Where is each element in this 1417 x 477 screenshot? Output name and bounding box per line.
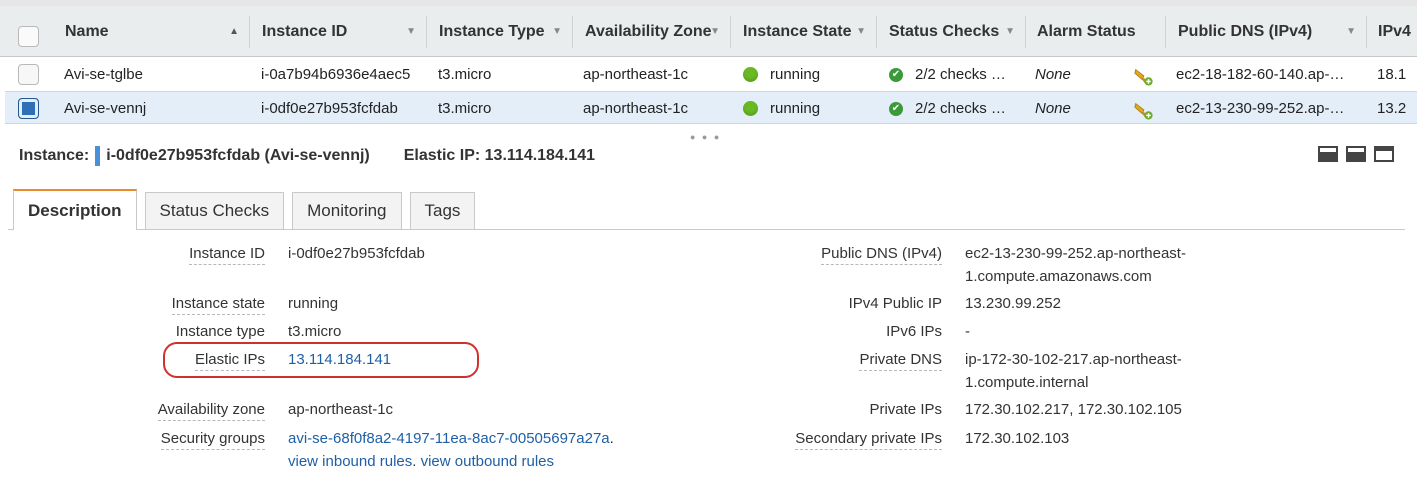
value-private-ips: 172.30.102.217, 172.30.102.105 bbox=[965, 401, 1182, 418]
value-public-dns-line2: 1.compute.amazonaws.com bbox=[965, 268, 1152, 285]
tab-status-checks[interactable]: Status Checks bbox=[144, 192, 285, 229]
elastic-ip-header: Elastic IP: 13.114.184.141 bbox=[403, 147, 595, 164]
value-instance-type: t3.micro bbox=[288, 323, 342, 340]
filter-dropdown-icon[interactable]: ▼ bbox=[552, 26, 562, 37]
col-ipv4-header[interactable]: IPv4 bbox=[1366, 6, 1417, 57]
sort-ascending-icon[interactable]: ▲ bbox=[229, 26, 239, 37]
row-availability-zone: ap-northeast-1c bbox=[583, 66, 689, 83]
value-instance-id: i-0df0e27b953fcfdab bbox=[288, 245, 425, 262]
row-public-dns: ec2-13-230-99-252.ap-… bbox=[1176, 100, 1345, 117]
value-availability-zone: ap-northeast-1c bbox=[288, 401, 394, 418]
label-availability-zone: Availability zone bbox=[157, 401, 265, 421]
row-instance-type: t3.micro bbox=[438, 66, 492, 83]
panel-layout-controls bbox=[1318, 146, 1394, 162]
view-inbound-rules-link[interactable]: view inbound rules bbox=[288, 453, 412, 470]
filter-dropdown-icon[interactable]: ▼ bbox=[710, 26, 720, 37]
label-secondary-private-ips: Secondary private IPs bbox=[795, 430, 942, 450]
label-instance-type: Instance type bbox=[175, 323, 265, 343]
filter-dropdown-icon[interactable]: ▼ bbox=[1005, 26, 1015, 37]
layout-maximize-icon[interactable] bbox=[1374, 146, 1394, 162]
row-name: Avi-se-tglbe bbox=[64, 66, 143, 83]
running-status-icon bbox=[743, 67, 758, 82]
select-all-checkbox[interactable] bbox=[18, 26, 39, 47]
row-name: Avi-se-vennj bbox=[64, 100, 147, 117]
col-status-checks-header[interactable]: Status Checks ▼ bbox=[877, 6, 1025, 57]
instances-table: Name ▲ Instance ID ▼ Instance Type ▼ Ava… bbox=[0, 0, 1417, 130]
view-outbound-rules-link[interactable]: view outbound rules bbox=[421, 453, 554, 470]
security-group-rules: view inbound rules. view outbound rules bbox=[288, 453, 555, 470]
value-ipv6-ips: - bbox=[965, 323, 970, 340]
row-checkbox[interactable] bbox=[18, 64, 39, 85]
col-instance-id-header[interactable]: Instance ID ▼ bbox=[250, 6, 426, 57]
row-availability-zone: ap-northeast-1c bbox=[583, 100, 689, 117]
detail-tabs: Description Status Checks Monitoring Tag… bbox=[13, 189, 483, 230]
selected-marker bbox=[95, 146, 101, 166]
row-instance-state: running bbox=[743, 58, 820, 91]
filter-dropdown-icon[interactable]: ▼ bbox=[1346, 26, 1356, 37]
row-instance-id: i-0df0e27b953fcfdab bbox=[261, 100, 398, 117]
table-header: Name ▲ Instance ID ▼ Instance Type ▼ Ava… bbox=[0, 6, 1417, 57]
label-ipv4-public-ip: IPv4 Public IP bbox=[848, 295, 942, 312]
row-checkbox[interactable] bbox=[18, 98, 39, 119]
label-instance-state: Instance state bbox=[171, 295, 265, 315]
label-ipv6-ips: IPv6 IPs bbox=[886, 323, 942, 340]
col-name-header[interactable]: Name ▲ bbox=[53, 6, 249, 57]
label-security-groups: Security groups bbox=[160, 430, 265, 450]
tab-monitoring[interactable]: Monitoring bbox=[292, 192, 402, 229]
row-status-checks: ✔ 2/2 checks … bbox=[889, 58, 1006, 91]
row-status-checks: ✔ 2/2 checks … bbox=[889, 92, 1006, 125]
create-alarm-icon[interactable] bbox=[1132, 92, 1154, 125]
label-instance-id: Instance ID bbox=[189, 245, 265, 265]
col-instance-type-header[interactable]: Instance Type ▼ bbox=[427, 6, 572, 57]
row-alarm-status: None bbox=[1035, 66, 1071, 83]
tab-divider bbox=[8, 229, 1405, 230]
security-group-link[interactable]: avi-se-68f0f8a2-4197-11ea-8ac7-00505697a… bbox=[288, 430, 610, 447]
table-row[interactable]: Avi-se-tglbe i-0a7b94b6936e4aec5 t3.micr… bbox=[5, 58, 1417, 91]
label-private-ips: Private IPs bbox=[869, 401, 942, 418]
col-availability-zone-header[interactable]: Availability Zone ▼ bbox=[573, 6, 730, 57]
layout-split-icon[interactable] bbox=[1346, 146, 1366, 162]
row-alarm-status: None bbox=[1035, 100, 1071, 117]
create-alarm-icon[interactable] bbox=[1132, 58, 1154, 91]
row-instance-state: running bbox=[743, 92, 820, 125]
value-ipv4-public-ip: 13.230.99.252 bbox=[965, 295, 1061, 312]
instance-label: Instance: bbox=[19, 147, 90, 164]
table-row[interactable]: Avi-se-vennj i-0df0e27b953fcfdab t3.micr… bbox=[5, 91, 1417, 124]
value-private-dns-line2: 1.compute.internal bbox=[965, 374, 1089, 391]
row-instance-id: i-0a7b94b6936e4aec5 bbox=[261, 66, 411, 83]
resize-handle[interactable]: ● ● ● bbox=[690, 132, 721, 142]
tab-tags[interactable]: Tags bbox=[409, 192, 476, 229]
label-private-dns: Private DNS bbox=[859, 351, 942, 371]
highlight-circle bbox=[163, 342, 479, 378]
value-instance-state: running bbox=[288, 295, 339, 312]
value-security-groups: avi-se-68f0f8a2-4197-11ea-8ac7-00505697a… bbox=[288, 430, 614, 447]
check-circle-icon: ✔ bbox=[889, 101, 903, 116]
value-secondary-private-ips: 172.30.102.103 bbox=[965, 430, 1070, 447]
row-ipv4: 18.1 bbox=[1377, 66, 1407, 83]
check-circle-icon: ✔ bbox=[889, 67, 903, 82]
col-instance-state-header[interactable]: Instance State ▼ bbox=[731, 6, 876, 57]
instance-header: Instance: i-0df0e27b953fcfdab (Avi-se-ve… bbox=[19, 146, 595, 166]
col-public-dns-header[interactable]: Public DNS (IPv4) ▼ bbox=[1166, 6, 1366, 57]
layout-bottom-icon[interactable] bbox=[1318, 146, 1338, 162]
instance-id-name: i-0df0e27b953fcfdab (Avi-se-vennj) bbox=[106, 147, 370, 164]
value-private-dns-line1: ip-172-30-102-217.ap-northeast- bbox=[965, 351, 1182, 368]
alarm-bell-icon bbox=[1134, 68, 1153, 86]
row-public-dns: ec2-18-182-60-140.ap-… bbox=[1176, 66, 1345, 83]
value-public-dns-line1: ec2-13-230-99-252.ap-northeast- bbox=[965, 245, 1186, 262]
row-ipv4: 13.2 bbox=[1377, 100, 1407, 117]
alarm-bell-icon bbox=[1134, 102, 1153, 120]
label-public-dns: Public DNS (IPv4) bbox=[821, 245, 942, 265]
filter-dropdown-icon[interactable]: ▼ bbox=[406, 26, 416, 37]
filter-dropdown-icon[interactable]: ▼ bbox=[856, 26, 866, 37]
running-status-icon bbox=[743, 101, 758, 116]
tab-description[interactable]: Description bbox=[13, 189, 137, 230]
col-alarm-status-header[interactable]: Alarm Status bbox=[1025, 6, 1165, 57]
row-instance-type: t3.micro bbox=[438, 100, 492, 117]
